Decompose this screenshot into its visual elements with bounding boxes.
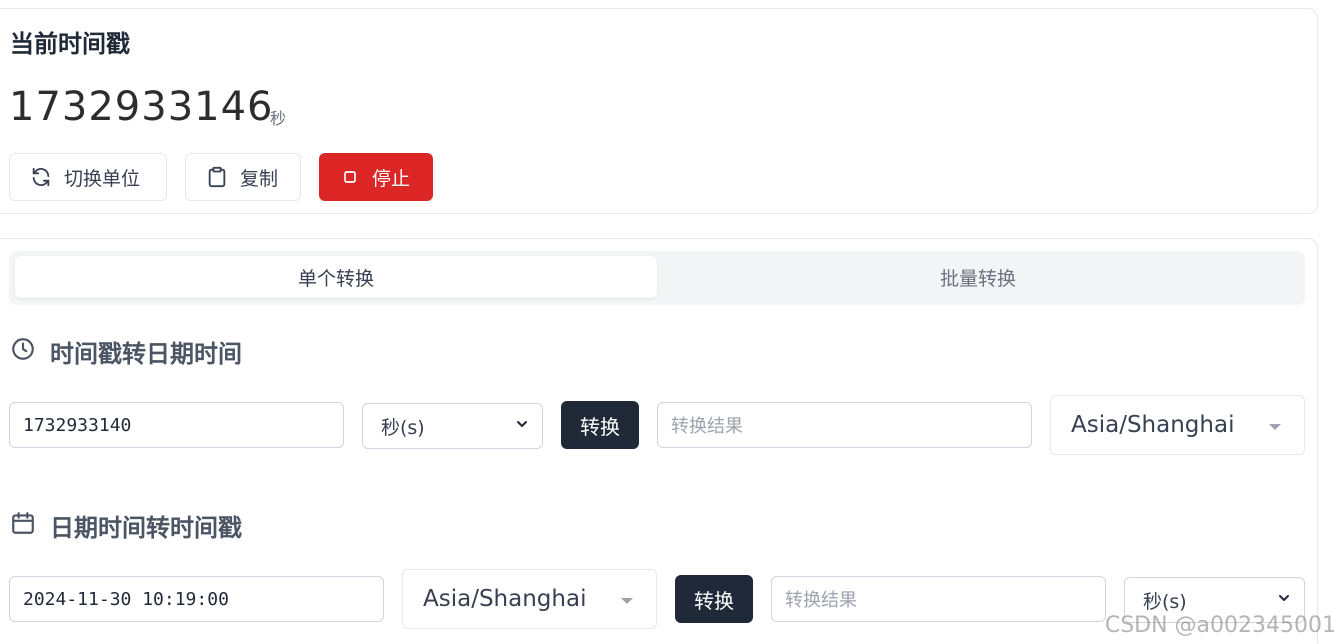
calendar-icon: [10, 510, 36, 542]
current-timestamp-title: 当前时间戳: [10, 30, 130, 58]
ts-timezone-value: Asia/Shanghai: [1071, 412, 1235, 438]
ts-result-field[interactable]: 转换结果: [657, 402, 1032, 448]
ts-to-date-heading: 时间戳转日期时间: [10, 334, 242, 369]
switch-unit-label: 切换单位: [64, 167, 141, 190]
date-convert-button[interactable]: 转换: [675, 575, 753, 623]
date-to-ts-title: 日期时间转时间戳: [50, 514, 242, 542]
date-to-ts-heading: 日期时间转时间戳: [10, 508, 242, 543]
clock-icon: [10, 336, 36, 368]
timestamp-input[interactable]: 1732933140: [9, 402, 344, 448]
tab-single[interactable]: 单个转换: [15, 256, 657, 298]
datetime-input[interactable]: 2024-11-30 10:19:00: [9, 576, 384, 622]
ts-timezone-select[interactable]: Asia/Shanghai: [1050, 395, 1305, 455]
ts-to-date-title: 时间戳转日期时间: [50, 340, 242, 368]
square-icon: [340, 167, 360, 187]
date-unit-select-value: 秒(s): [1143, 590, 1187, 613]
clipboard-icon: [206, 166, 228, 188]
copy-label: 复制: [240, 167, 279, 190]
ts-unit-select-value: 秒(s): [381, 416, 425, 439]
switch-unit-button[interactable]: 切换单位: [9, 153, 167, 201]
date-timezone-select[interactable]: Asia/Shanghai: [402, 569, 657, 629]
watermark: CSDN @a002345001: [1104, 613, 1336, 638]
copy-button[interactable]: 复制: [185, 153, 301, 201]
ts-convert-button[interactable]: 转换: [561, 401, 639, 449]
chevron-down-icon: [1276, 589, 1292, 611]
current-timestamp-unit: 秒: [270, 109, 287, 128]
date-result-field[interactable]: 转换结果: [771, 576, 1106, 622]
date-timezone-value: Asia/Shanghai: [423, 586, 587, 612]
current-timestamp-value: 1732933146: [9, 84, 274, 130]
ts-unit-select[interactable]: 秒(s): [362, 403, 543, 449]
chevron-down-icon: [514, 415, 530, 437]
mode-tabs: 单个转换 批量转换: [9, 251, 1305, 305]
tab-batch[interactable]: 批量转换: [657, 256, 1299, 298]
caret-down-icon: [620, 586, 634, 612]
stop-label: 停止: [372, 167, 411, 190]
stop-button[interactable]: 停止: [319, 153, 433, 201]
caret-down-icon: [1268, 412, 1282, 438]
refresh-icon: [30, 166, 52, 188]
